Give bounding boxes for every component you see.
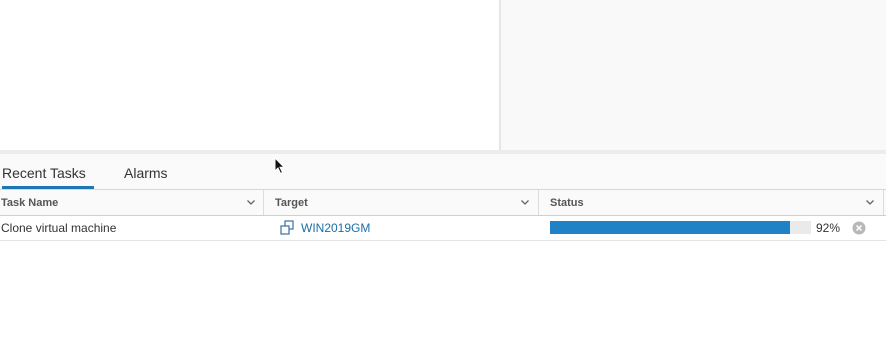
cancel-task-icon[interactable] (852, 221, 866, 235)
mouse-cursor-icon (274, 157, 286, 175)
column-header-task-name[interactable]: Task Name (0, 190, 263, 215)
task-name-cell: Clone virtual machine (1, 221, 117, 235)
progress-percent: 92% (816, 221, 841, 235)
bottom-panel-tabs: Recent Tasks Alarms (0, 154, 886, 190)
tasks-grid-header: Task Name Target Status (0, 190, 886, 216)
chevron-down-icon[interactable] (246, 197, 256, 207)
column-resize-handle[interactable] (883, 190, 884, 215)
column-header-target[interactable]: Target (274, 190, 538, 215)
column-header-label: Task Name (1, 197, 59, 209)
target-link[interactable]: WIN2019GM (301, 216, 370, 240)
content-pane-right (501, 0, 886, 150)
chevron-down-icon[interactable] (520, 197, 530, 207)
column-header-label: Target (275, 197, 308, 209)
table-row[interactable]: Clone virtual machine WIN2019GM 92% (0, 216, 886, 241)
vm-template-icon (280, 220, 294, 235)
chevron-down-icon[interactable] (865, 197, 875, 207)
column-resize-handle[interactable] (263, 190, 264, 215)
column-header-status[interactable]: Status (549, 190, 883, 215)
content-pane-left (0, 0, 499, 150)
tab-recent-tasks[interactable]: Recent Tasks (2, 154, 94, 189)
task-progress-fill (550, 221, 791, 234)
tab-alarms[interactable]: Alarms (124, 154, 168, 189)
column-header-label: Status (550, 197, 584, 209)
task-progress-bar (550, 221, 811, 234)
column-resize-handle[interactable] (538, 190, 539, 215)
